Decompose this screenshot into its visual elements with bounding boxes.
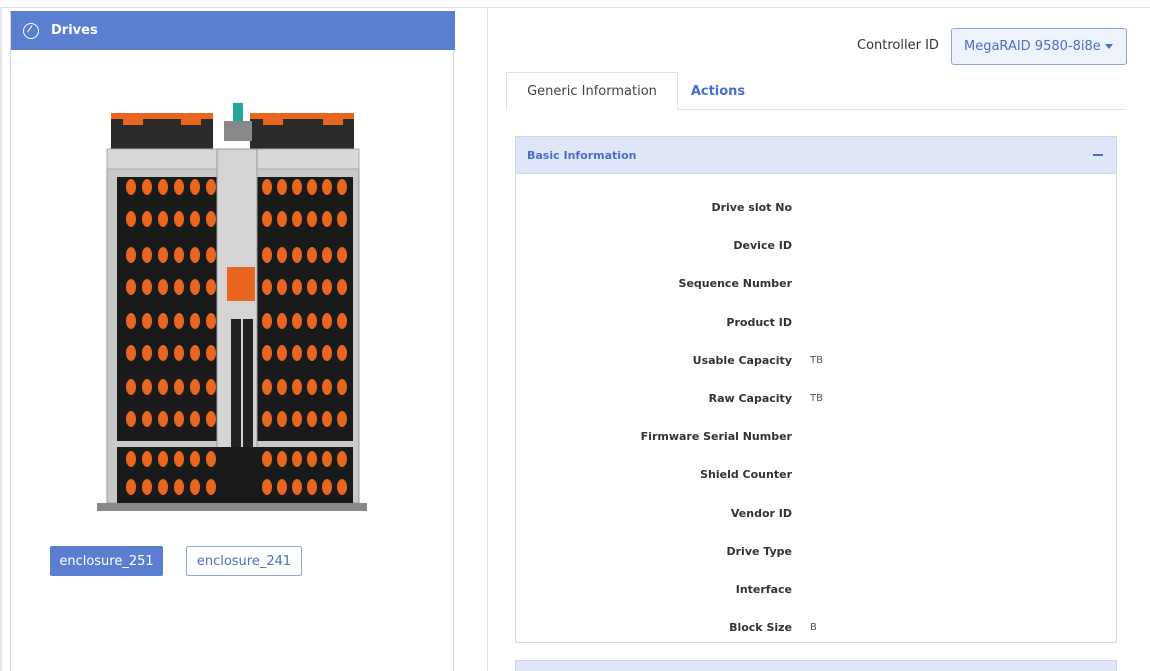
basic-information-section: Basic Information Drive slot No Device ID… [515, 136, 1117, 643]
details-panel: Controller ID MegaRAID 9580-8i8e Generic… [487, 8, 1150, 671]
info-row-value: B [810, 622, 817, 634]
next-section-header[interactable] [515, 660, 1117, 671]
info-row: Block Size B [516, 621, 1116, 641]
info-row: Usable Capacity TB [516, 354, 1116, 374]
info-row-label: Shield Counter [700, 468, 792, 482]
info-row-label: Usable Capacity [692, 353, 792, 367]
info-row: Shield Counter [516, 468, 1116, 488]
info-row-label: Drive slot No [711, 201, 792, 214]
info-row: Interface [516, 583, 1116, 603]
info-row-value: TB [810, 393, 823, 404]
info-row: Vendor ID [516, 507, 1116, 527]
info-row-label: Firmware Serial Number [640, 430, 792, 444]
controller-id-select[interactable]: MegaRAID 9580-8i8e [951, 28, 1127, 65]
info-row: Firmware Serial Number [516, 430, 1116, 450]
info-row-label: Block Size [729, 621, 792, 635]
info-row: Raw Capacity TB [516, 392, 1116, 412]
tab-actions[interactable]: Actions [682, 72, 754, 110]
page-left-border [0, 8, 2, 671]
info-row: Product ID [516, 316, 1116, 336]
info-row: Drive Type [516, 545, 1116, 565]
info-row-label: Vendor ID [730, 506, 792, 520]
tab-bar: Generic Information Actions [506, 72, 1126, 110]
collapse-icon[interactable] [1093, 154, 1103, 156]
info-row-label: Sequence Number [678, 277, 792, 291]
caret-down-icon [1104, 44, 1113, 49]
tab-generic-information[interactable]: Generic Information [506, 72, 678, 110]
enclosure-image[interactable] [93, 97, 371, 529]
drives-panel-header: Drives [11, 11, 455, 50]
info-row-label: Raw Capacity [708, 392, 792, 405]
info-row: Sequence Number [516, 277, 1116, 297]
drives-panel: Drives enclosure_251 enclosure_241 [10, 11, 455, 671]
top-border [0, 0, 1150, 8]
basic-information-header[interactable]: Basic Information [516, 137, 1116, 174]
info-row-label: Interface [735, 583, 792, 596]
basic-information-title: Basic Information [527, 148, 637, 162]
controller-id-label: Controller ID [857, 38, 939, 53]
controller-id-value: MegaRAID 9580-8i8e [964, 39, 1101, 54]
enclosure-251-button[interactable]: enclosure_251 [50, 546, 163, 576]
info-row: Device ID [516, 239, 1116, 259]
info-row: Drive slot No [516, 201, 1116, 221]
info-row-label: Product ID [726, 315, 792, 329]
drives-icon [23, 22, 39, 39]
enclosure-241-button[interactable]: enclosure_241 [186, 546, 302, 576]
info-row-value: TB [810, 354, 823, 366]
info-row-label: Drive Type [726, 544, 793, 558]
drives-panel-title: Drives [51, 23, 98, 38]
info-row-label: Device ID [733, 239, 792, 253]
